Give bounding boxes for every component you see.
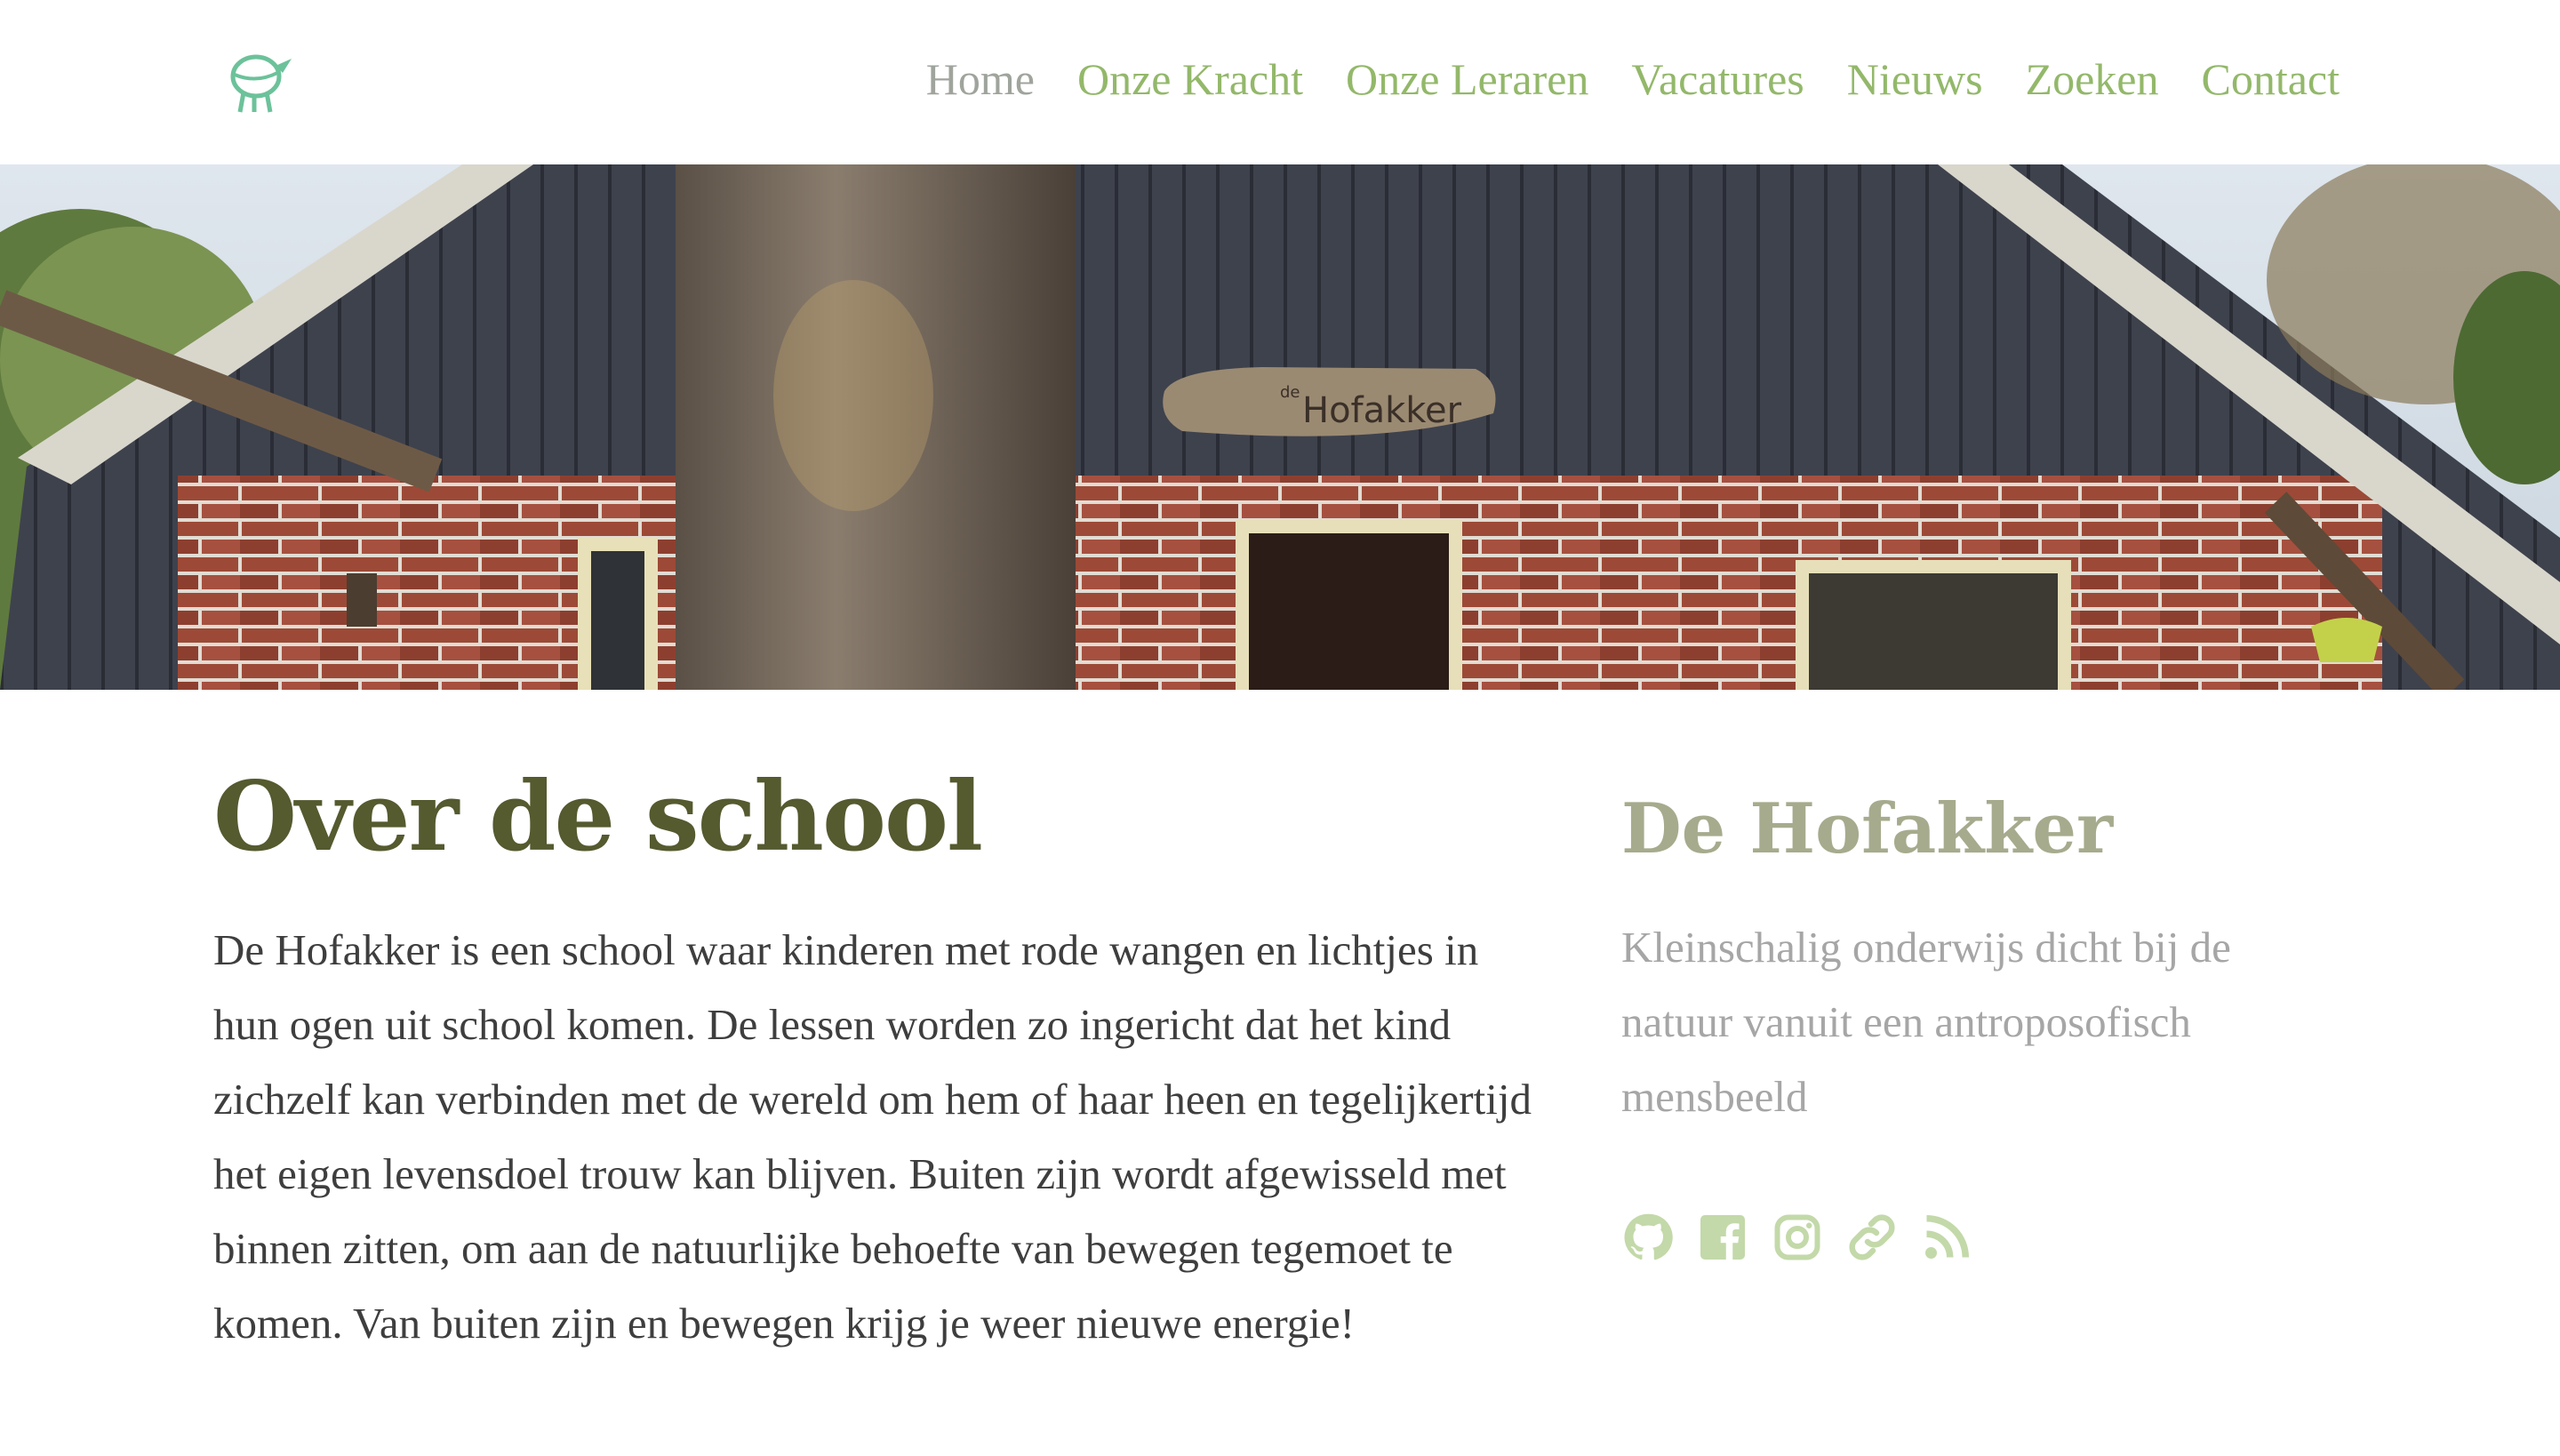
site-header: Home Onze Kracht Onze Leraren Vacatures …	[0, 0, 2560, 164]
nav-contact[interactable]: Contact	[2201, 53, 2340, 105]
main-content: Over de school De Hofakker is een school…	[213, 764, 1547, 1361]
sidebar-title: De Hofakker	[1621, 788, 2114, 869]
nav-nieuws[interactable]: Nieuws	[1847, 53, 1983, 105]
github-icon[interactable]	[1621, 1211, 1675, 1264]
nav-onze-leraren[interactable]: Onze Leraren	[1346, 53, 1588, 105]
social-links	[1621, 1211, 2350, 1264]
nav-vacatures[interactable]: Vacatures	[1631, 53, 1804, 105]
main-nav: Home Onze Kracht Onze Leraren Vacatures …	[926, 53, 2340, 105]
svg-text:Hofakker: Hofakker	[1302, 390, 1462, 431]
instagram-icon[interactable]	[1771, 1211, 1824, 1264]
rss-icon[interactable]	[1920, 1211, 1973, 1264]
svg-text:de: de	[1280, 383, 1300, 402]
facebook-icon[interactable]	[1696, 1211, 1749, 1264]
page-title: Over de school	[213, 761, 983, 873]
link-icon[interactable]	[1845, 1211, 1899, 1264]
hero-image: Hofakker de	[0, 164, 2560, 690]
nav-home[interactable]: Home	[926, 53, 1035, 105]
sidebar-tagline: Kleinschalig onderwijs dicht bij de natu…	[1621, 922, 2231, 1121]
nav-onze-kracht[interactable]: Onze Kracht	[1077, 53, 1303, 105]
nav-zoeken[interactable]: Zoeken	[2026, 53, 2159, 105]
sidebar: De Hofakker Kleinschalig onderwijs dicht…	[1621, 791, 2350, 1264]
intro-paragraph: De Hofakker is een school waar kinderen …	[213, 924, 1532, 1348]
goat-logo-icon[interactable]	[224, 46, 295, 114]
